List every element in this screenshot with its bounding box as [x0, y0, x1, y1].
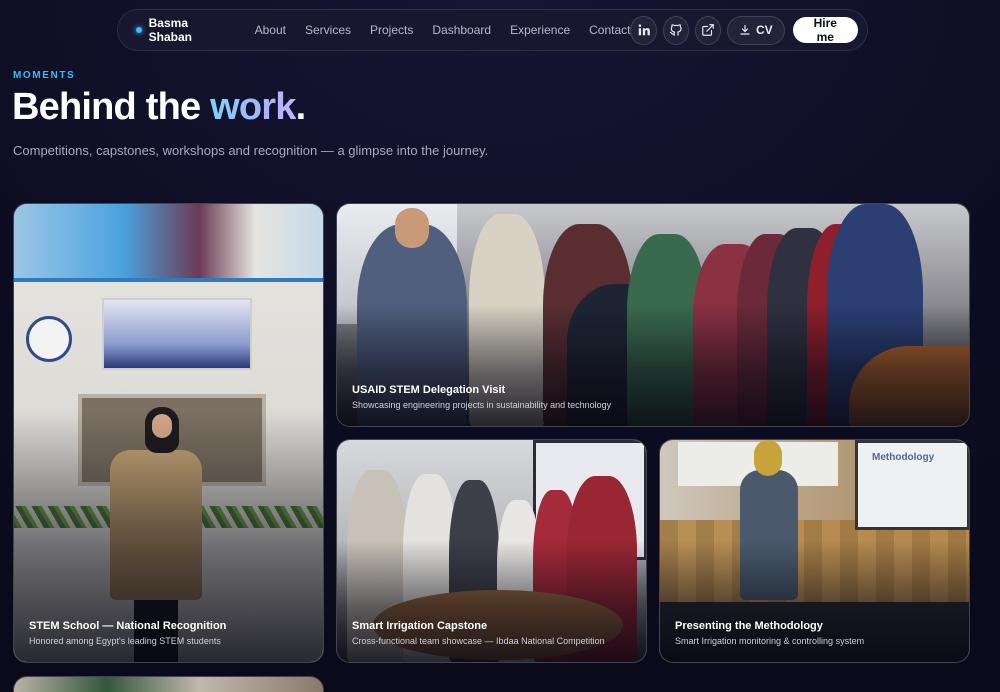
gallery-card-stem-recognition[interactable]: STEM School — National Recognition Honor…	[13, 203, 324, 663]
heading-period: .	[295, 86, 307, 128]
nav-link-experience[interactable]: Experience	[510, 23, 570, 37]
github-button[interactable]	[662, 15, 689, 45]
brand[interactable]: Basma Shaban	[136, 16, 230, 44]
section-subtitle: Competitions, capstones, workshops and r…	[13, 143, 489, 158]
nav-actions: CV Hire me	[630, 15, 859, 45]
card-description: Smart Irrigation monitoring & controllin…	[675, 636, 865, 646]
external-link-button[interactable]	[694, 15, 721, 45]
school-logo-icon	[26, 316, 72, 362]
nav-links: About Services Projects Dashboard Experi…	[255, 23, 631, 37]
heading-plain: Behind the	[12, 86, 211, 128]
gallery-card-smart-irrigation[interactable]: Smart Irrigation Capstone Cross-function…	[336, 439, 647, 663]
card-caption: USAID STEM Delegation Visit Showcasing e…	[352, 384, 954, 411]
section-heading: Behind the work.	[12, 86, 307, 129]
card-title: Smart Irrigation Capstone	[352, 620, 488, 632]
nav-link-services[interactable]: Services	[305, 23, 351, 37]
card-description: Honored among Egypt's leading STEM stude…	[29, 636, 221, 646]
card-title: USAID STEM Delegation Visit	[352, 384, 506, 396]
card-photo	[14, 677, 323, 692]
gallery-card-partial[interactable]	[13, 676, 324, 692]
card-description: Showcasing engineering projects in susta…	[352, 400, 612, 410]
nav-link-contact[interactable]: Contact	[589, 23, 630, 37]
download-icon	[740, 24, 750, 35]
card-title: STEM School — National Recognition	[29, 620, 227, 632]
linkedin-button[interactable]	[630, 15, 657, 45]
brand-name: Basma Shaban	[148, 16, 192, 44]
section-eyebrow: MOMENTS	[13, 70, 76, 81]
status-dot-icon	[136, 27, 142, 33]
gallery-card-usaid-visit[interactable]: USAID STEM Delegation Visit Showcasing e…	[336, 203, 970, 427]
card-caption: Smart Irrigation Capstone Cross-function…	[352, 620, 631, 647]
nav-link-about[interactable]: About	[255, 23, 286, 37]
card-caption: Presenting the Methodology Smart Irrigat…	[675, 620, 954, 647]
card-title: Presenting the Methodology	[675, 620, 823, 632]
gallery-card-methodology[interactable]: Methodology Presenting the Methodology S…	[659, 439, 970, 663]
top-navbar: Basma Shaban About Services Projects Das…	[117, 9, 868, 51]
hire-me-button[interactable]: Hire me	[792, 16, 859, 44]
cv-label: CV	[755, 23, 773, 37]
card-caption: STEM School — National Recognition Honor…	[29, 620, 308, 647]
download-cv-button[interactable]: CV	[726, 15, 785, 45]
slide-text: Methodology	[872, 452, 935, 463]
linkedin-icon	[638, 24, 650, 36]
external-link-icon	[702, 24, 714, 36]
nav-link-projects[interactable]: Projects	[370, 23, 413, 37]
card-description: Cross-functional team showcase — Ibdaa N…	[352, 636, 605, 646]
heading-accent: work	[210, 86, 296, 128]
nav-link-dashboard[interactable]: Dashboard	[432, 23, 491, 37]
github-icon	[669, 24, 682, 36]
